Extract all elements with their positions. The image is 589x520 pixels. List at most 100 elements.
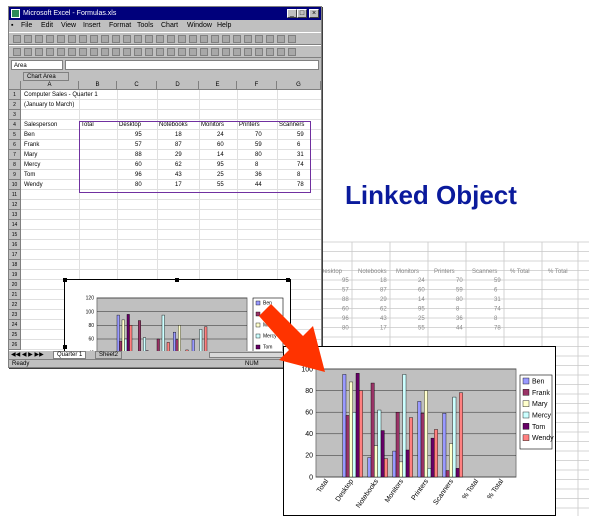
salesperson-cell[interactable]: Tom <box>24 172 35 179</box>
toolbar-button[interactable] <box>145 48 153 56</box>
close-button[interactable]: × <box>309 9 319 18</box>
row-header[interactable]: 21 <box>9 290 21 300</box>
toolbar-button[interactable] <box>134 35 142 43</box>
salesperson-cell[interactable]: Wendy <box>24 182 43 189</box>
row-header[interactable]: 13 <box>9 210 21 220</box>
column-header-e[interactable]: E <box>199 81 237 90</box>
minimize-button[interactable]: _ <box>287 9 297 18</box>
toolbar-button[interactable] <box>211 35 219 43</box>
toolbar-button[interactable] <box>123 48 131 56</box>
row-header[interactable]: 18 <box>9 260 21 270</box>
formula-bar[interactable] <box>65 60 319 70</box>
toolbar-button[interactable] <box>24 48 32 56</box>
menu-insert[interactable]: Insert <box>83 22 101 29</box>
row-header[interactable]: 5 <box>9 130 21 140</box>
menu-chart[interactable]: Chart <box>161 22 178 29</box>
toolbar-button[interactable] <box>167 48 175 56</box>
row-header[interactable]: 15 <box>9 230 21 240</box>
menu-window[interactable]: Window <box>187 22 212 29</box>
toolbar-button[interactable] <box>266 35 274 43</box>
menu-file[interactable]: File <box>21 22 32 29</box>
header-cell-salesperson[interactable]: Salesperson <box>24 122 57 129</box>
toolbar-button[interactable] <box>200 35 208 43</box>
sheet-subtitle-cell[interactable]: (January to March) <box>24 102 74 109</box>
row-header[interactable]: 3 <box>9 110 21 120</box>
toolbar-button[interactable] <box>123 35 131 43</box>
tab-quarter-1[interactable]: Quarter 1 <box>53 351 86 359</box>
toolbar-button[interactable] <box>255 35 263 43</box>
row-header[interactable]: 26 <box>9 340 21 350</box>
toolbar-button[interactable] <box>145 35 153 43</box>
row-header[interactable]: 23 <box>9 310 21 320</box>
column-header-a[interactable]: A <box>21 81 79 90</box>
toolbar-button[interactable] <box>57 48 65 56</box>
menu-help[interactable]: Help <box>217 22 231 29</box>
row-header[interactable]: 16 <box>9 240 21 250</box>
row-header[interactable]: 11 <box>9 190 21 200</box>
column-header-c[interactable]: C <box>117 81 157 90</box>
row-header[interactable]: 9 <box>9 170 21 180</box>
toolbar-button[interactable] <box>277 35 285 43</box>
toolbar-button[interactable] <box>288 35 296 43</box>
toolbar-button[interactable] <box>101 35 109 43</box>
row-header[interactable]: 17 <box>9 250 21 260</box>
toolbar-button[interactable] <box>189 48 197 56</box>
toolbar-button[interactable] <box>134 48 142 56</box>
row-header[interactable]: 8 <box>9 160 21 170</box>
toolbar-button[interactable] <box>156 35 164 43</box>
salesperson-cell[interactable]: Mary <box>24 152 37 159</box>
select-all-corner[interactable] <box>9 81 21 90</box>
row-header[interactable]: 6 <box>9 140 21 150</box>
toolbar-button[interactable] <box>90 48 98 56</box>
menu-tools[interactable]: Tools <box>137 22 153 29</box>
toolbar-button[interactable] <box>24 35 32 43</box>
row-header[interactable]: 24 <box>9 320 21 330</box>
row-header[interactable]: 14 <box>9 220 21 230</box>
tab-sheet2[interactable]: Sheet2 <box>95 351 122 359</box>
toolbar-button[interactable] <box>46 35 54 43</box>
toolbar-button[interactable] <box>233 48 241 56</box>
toolbar-button[interactable] <box>178 35 186 43</box>
column-header-d[interactable]: D <box>157 81 199 90</box>
toolbar-button[interactable] <box>68 48 76 56</box>
column-header-b[interactable]: B <box>79 81 117 90</box>
toolbar-button[interactable] <box>35 35 43 43</box>
row-header[interactable]: 20 <box>9 280 21 290</box>
selection-handle[interactable] <box>175 278 179 282</box>
toolbar-button[interactable] <box>13 48 21 56</box>
toolbar-button[interactable] <box>112 35 120 43</box>
tab-scroll-buttons[interactable]: ◀◀ ◀ ▶ ▶▶ <box>11 351 44 358</box>
toolbar-button[interactable] <box>222 35 230 43</box>
column-header-g[interactable]: G <box>277 81 321 90</box>
toolbar-button[interactable] <box>167 35 175 43</box>
toolbar-button[interactable] <box>46 48 54 56</box>
toolbar-button[interactable] <box>35 48 43 56</box>
salesperson-cell[interactable]: Mercy <box>24 162 40 169</box>
row-header[interactable]: 10 <box>9 180 21 190</box>
toolbar-button[interactable] <box>211 48 219 56</box>
toolbar-button[interactable] <box>178 48 186 56</box>
row-header[interactable]: 22 <box>9 300 21 310</box>
toolbar-button[interactable] <box>68 35 76 43</box>
selection-handle[interactable] <box>286 278 290 282</box>
toolbar-button[interactable] <box>189 35 197 43</box>
toolbar-button[interactable] <box>222 48 230 56</box>
toolbar-button[interactable] <box>79 48 87 56</box>
row-header[interactable]: 12 <box>9 200 21 210</box>
sheet-title-cell[interactable]: Computer Sales - Quarter 1 <box>24 92 98 99</box>
toolbar-button[interactable] <box>112 48 120 56</box>
row-header[interactable]: 19 <box>9 270 21 280</box>
toolbar-button[interactable] <box>255 48 263 56</box>
toolbar-button[interactable] <box>200 48 208 56</box>
toolbar-button[interactable] <box>244 35 252 43</box>
salesperson-cell[interactable]: Frank <box>24 142 39 149</box>
menu-view[interactable]: View <box>61 22 76 29</box>
toolbar-button[interactable] <box>288 48 296 56</box>
maximize-button[interactable]: □ <box>297 9 307 18</box>
row-header[interactable]: 2 <box>9 100 21 110</box>
name-box[interactable]: Area <box>11 60 63 70</box>
salesperson-cell[interactable]: Ben <box>24 132 35 139</box>
toolbar-button[interactable] <box>277 48 285 56</box>
row-header[interactable]: 25 <box>9 330 21 340</box>
menu-edit[interactable]: Edit <box>41 22 53 29</box>
